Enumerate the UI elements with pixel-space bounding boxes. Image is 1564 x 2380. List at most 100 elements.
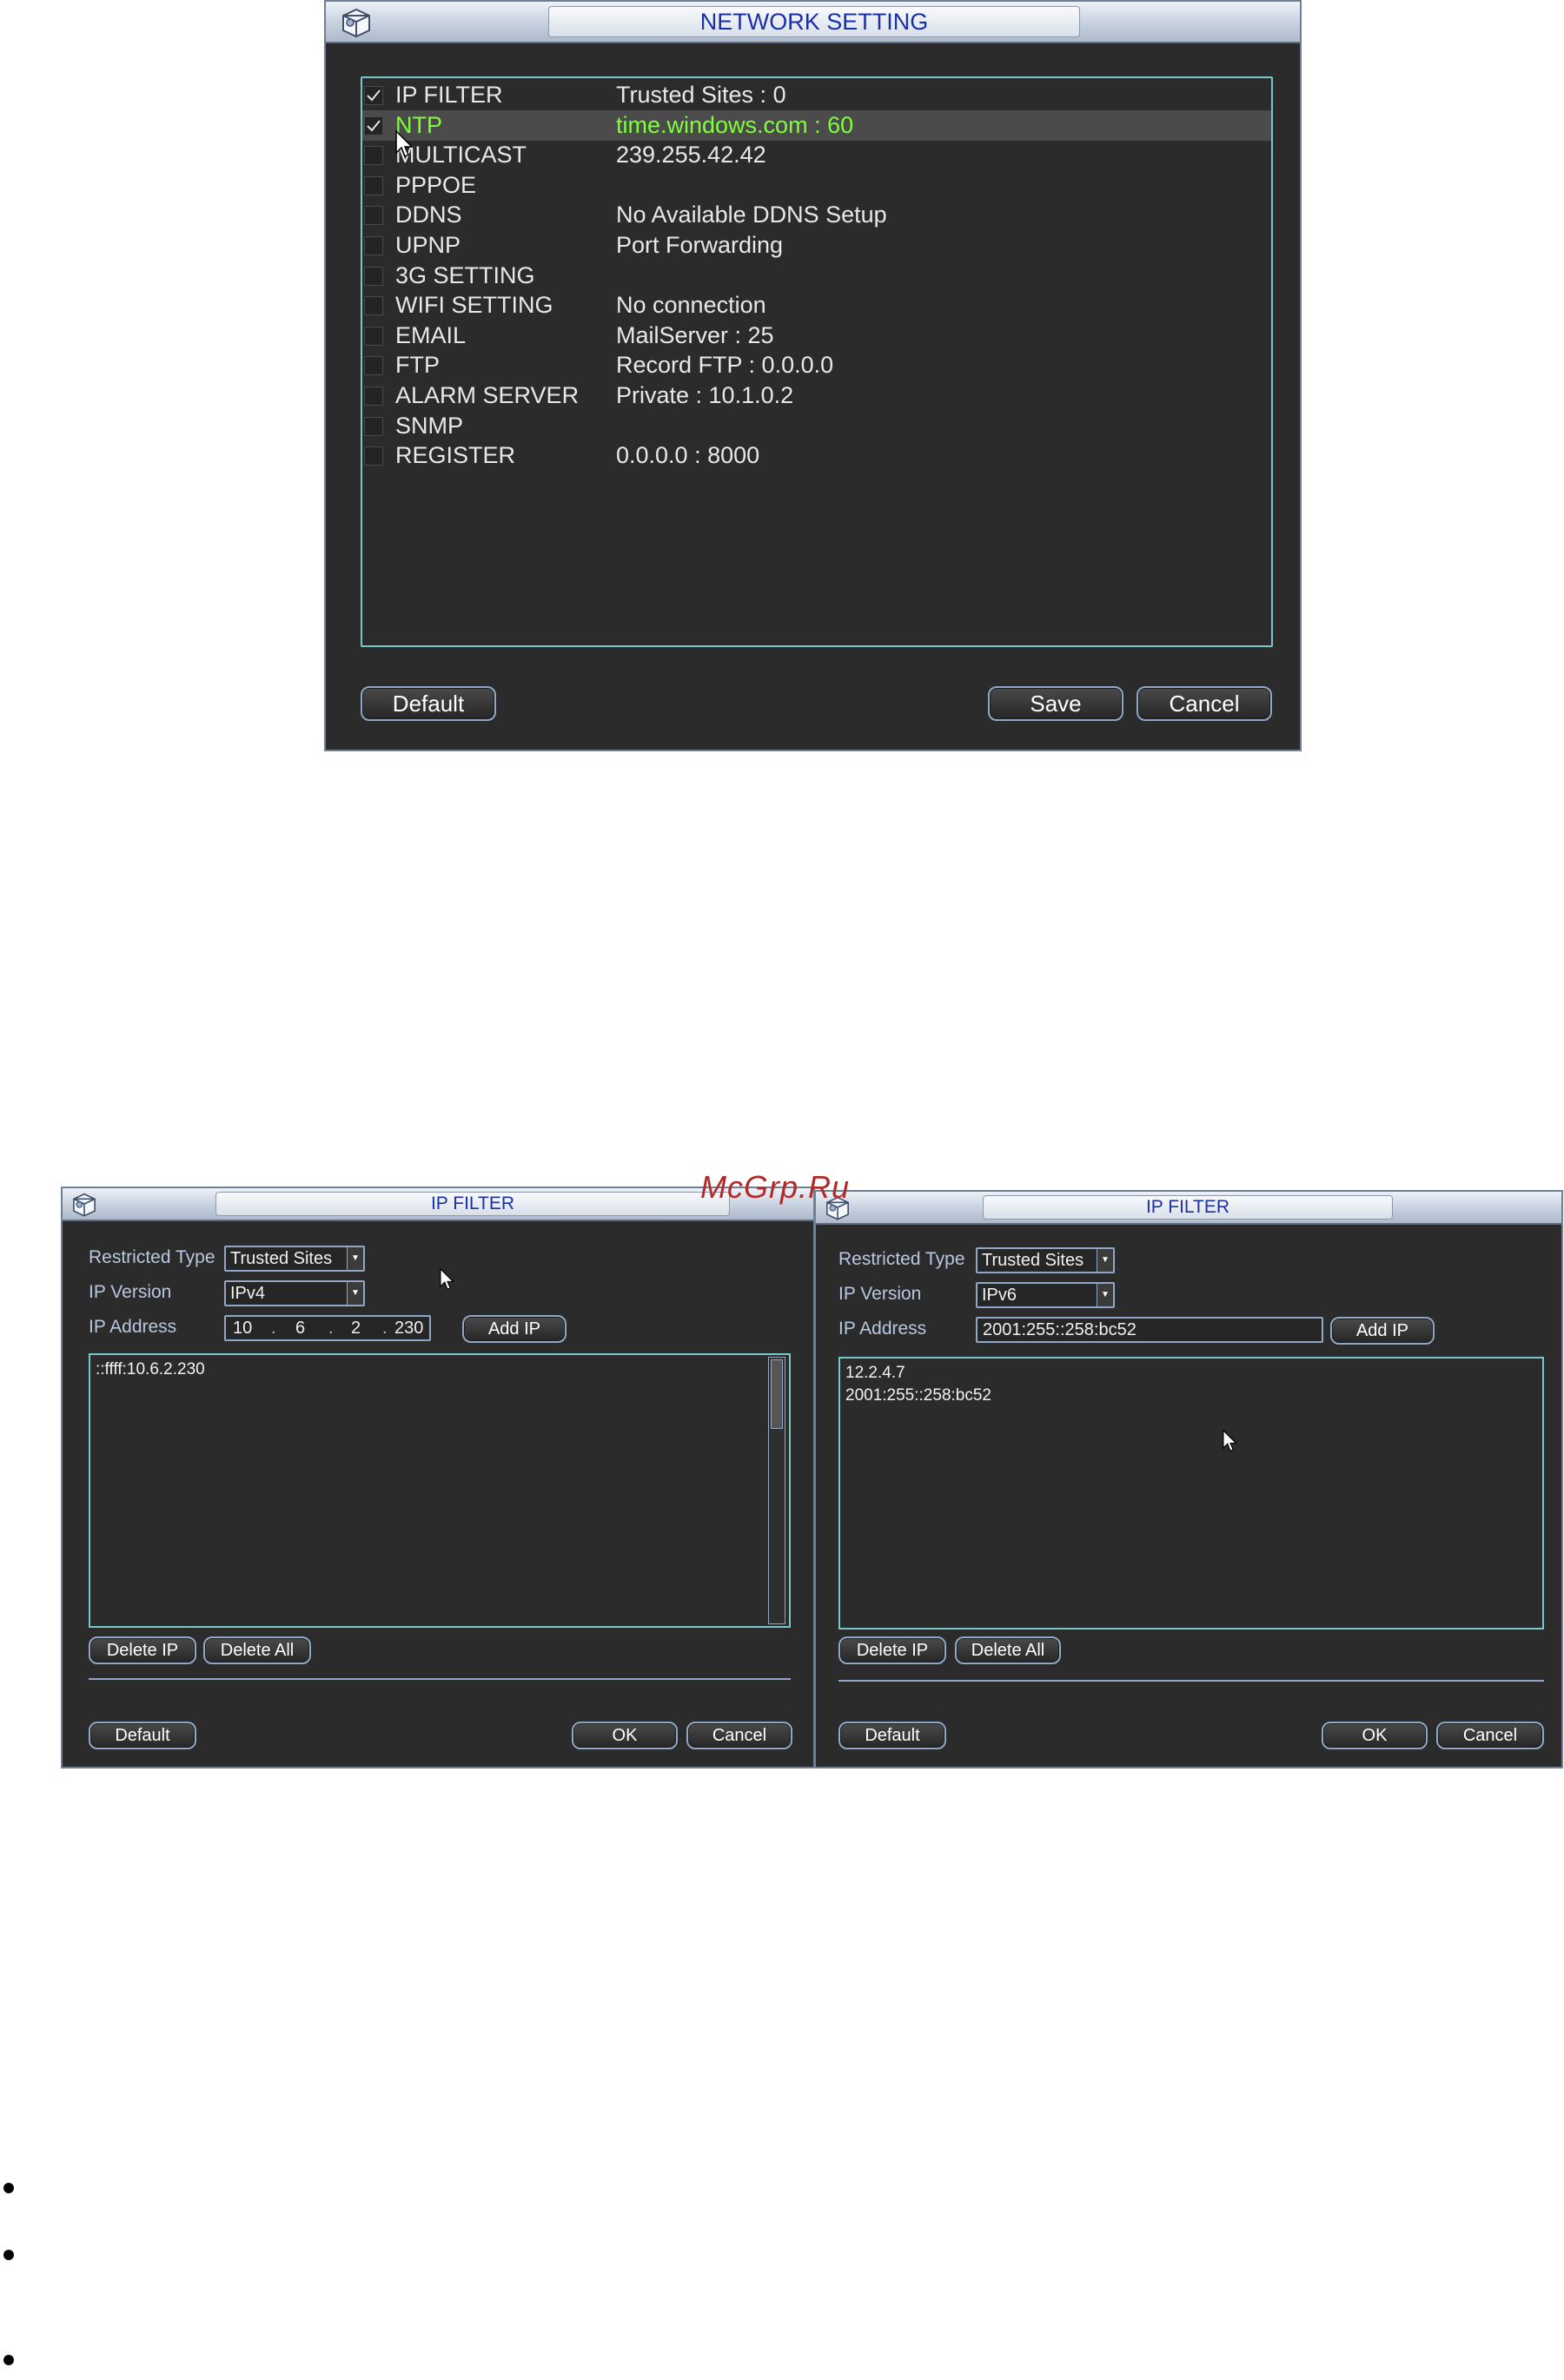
network-setting-name: EMAIL [395,321,467,348]
network-setting-name: PPPOE [395,171,477,198]
checkbox[interactable] [364,86,383,105]
restricted-type-dropdown[interactable]: Trusted Sites ▼ [224,1246,365,1272]
checkbox[interactable] [364,116,383,136]
ip-list[interactable]: ::ffff:10.6.2.230 [89,1353,791,1628]
network-setting-row[interactable]: DDNS No Available DDNS Setup [362,200,1271,230]
network-setting-row[interactable]: SNMP [362,411,1271,441]
restricted-type-label: Restricted Type [89,1247,215,1267]
ip-separator: . [271,1319,276,1338]
network-setting-value: Port Forwarding [616,232,784,258]
checkbox[interactable] [364,266,383,286]
checkbox[interactable] [364,326,383,346]
dropdown-arrow-icon: ▼ [347,1247,363,1270]
checkbox[interactable] [364,356,383,376]
network-setting-name: UPNP [395,232,461,258]
delete-all-button[interactable]: Delete All [203,1636,311,1664]
network-setting-value: time.windows.com : 60 [616,111,854,138]
delete-ip-button[interactable]: Delete IP [838,1636,946,1664]
ip-separator: . [382,1319,388,1338]
network-setting-list: IP FILTER Trusted Sites : 0 NTP time.window… [361,76,1273,647]
network-setting-row[interactable]: IP FILTER Trusted Sites : 0 [362,80,1271,110]
network-setting-value: Record FTP : 0.0.0.0 [616,352,834,379]
cancel-button[interactable]: Cancel [1137,686,1272,721]
checkbox[interactable] [364,146,383,166]
cancel-button[interactable]: Cancel [686,1722,792,1749]
dropdown-arrow-icon: ▼ [1097,1249,1113,1272]
network-setting-row[interactable]: UPNP Port Forwarding [362,230,1271,261]
default-button[interactable]: Default [89,1722,196,1749]
network-setting-name: 3G SETTING [395,261,535,288]
network-setting-value: Trusted Sites : 0 [616,82,786,108]
ip-address-label: IP Address [89,1317,177,1337]
ip-address-label: IP Address [838,1319,927,1339]
ip-address-input[interactable]: 2001:255::258:bc52 [976,1317,1323,1343]
save-button[interactable]: Save [988,686,1123,721]
restricted-type-dropdown[interactable]: Trusted Sites ▼ [976,1247,1115,1273]
divider [89,1678,791,1680]
ip-list-items: ::ffff:10.6.2.230 [90,1355,765,1626]
ip-list-items: 12.2.4.72001:255::258:bc52 [840,1359,1542,1628]
network-setting-row[interactable]: ALARM SERVER Private : 10.1.0.2 [362,380,1271,411]
network-setting-name: IP FILTER [395,82,503,108]
bullet-icon [3,2183,14,2193]
ip-octet-2[interactable]: 6 [295,1317,305,1339]
ip-address-input[interactable]: 10 . 6 . 2 . 230 [224,1315,431,1341]
ip-version-label: IP Version [838,1284,922,1304]
ip-octet-4[interactable]: 230 [394,1317,423,1339]
network-setting-name: ALARM SERVER [395,382,580,408]
ip-version-dropdown[interactable]: IPv6 ▼ [976,1282,1115,1308]
network-setting-row[interactable]: PPPOE [362,170,1271,201]
add-ip-button[interactable]: Add IP [1330,1317,1435,1345]
network-setting-row[interactable]: REGISTER 0.0.0.0 : 8000 [362,440,1271,471]
network-setting-row[interactable]: MULTICAST 239.255.42.42 [362,140,1271,170]
network-setting-value: 0.0.0.0 : 8000 [616,442,760,469]
ip-version-dropdown[interactable]: IPv4 ▼ [224,1280,365,1306]
list-item[interactable]: ::ffff:10.6.2.230 [96,1360,205,1379]
network-setting-name: MULTICAST [395,142,527,169]
network-setting-name: SNMP [395,412,464,439]
app-icon [70,1190,99,1218]
scrollbar-thumb[interactable] [771,1359,783,1429]
ip-filter-titlebar: IP FILTER [816,1192,1561,1225]
checkbox[interactable] [364,416,383,436]
network-setting-value: No Available DDNS Setup [616,202,887,228]
network-setting-row[interactable]: EMAIL MailServer : 25 [362,321,1271,351]
mouse-pointer-icon [1223,1429,1238,1457]
ok-button[interactable]: OK [572,1722,678,1749]
checkbox[interactable] [364,446,383,466]
network-setting-name: WIFI SETTING [395,292,553,319]
checkbox[interactable] [364,296,383,316]
network-setting-rows: IP FILTER Trusted Sites : 0 NTP time.window… [362,78,1271,645]
ip-octet-1[interactable]: 10 [233,1317,252,1339]
ip-list-scrollbar[interactable] [768,1357,785,1624]
cancel-button[interactable]: Cancel [1436,1722,1544,1749]
window-title: NETWORK SETTING [548,6,1080,37]
watermark: McGrp.Ru [700,1169,851,1205]
dropdown-arrow-icon: ▼ [347,1282,363,1305]
add-ip-button[interactable]: Add IP [462,1315,567,1343]
mouse-pointer-icon [440,1267,455,1295]
ip-version-value: IPv6 [982,1286,1017,1305]
ip-filter-window-ipv4: IP FILTER Restricted Type Trusted Sites … [61,1187,815,1768]
ip-octet-3[interactable]: 2 [351,1317,361,1339]
delete-ip-button[interactable]: Delete IP [89,1636,196,1664]
network-setting-titlebar: NETWORK SETTING [326,2,1300,43]
network-setting-row[interactable]: 3G SETTING [362,261,1271,291]
checkbox[interactable] [364,387,383,406]
ok-button[interactable]: OK [1322,1722,1428,1749]
network-setting-row[interactable]: FTP Record FTP : 0.0.0.0 [362,350,1271,380]
checkbox[interactable] [364,206,383,226]
checkbox[interactable] [364,236,383,255]
delete-all-button[interactable]: Delete All [955,1636,1061,1664]
list-item[interactable]: 2001:255::258:bc52 [845,1386,991,1405]
default-button[interactable]: Default [838,1722,946,1749]
default-button[interactable]: Default [361,686,496,721]
ip-version-label: IP Version [89,1282,172,1302]
app-icon [338,5,374,38]
list-item[interactable]: 12.2.4.7 [845,1364,905,1383]
divider [838,1680,1544,1682]
ip-list[interactable]: 12.2.4.72001:255::258:bc52 [838,1357,1544,1630]
checkbox[interactable] [364,175,383,195]
network-setting-row[interactable]: WIFI SETTING No connection [362,290,1271,321]
network-setting-row[interactable]: NTP time.windows.com : 60 [362,109,1271,141]
